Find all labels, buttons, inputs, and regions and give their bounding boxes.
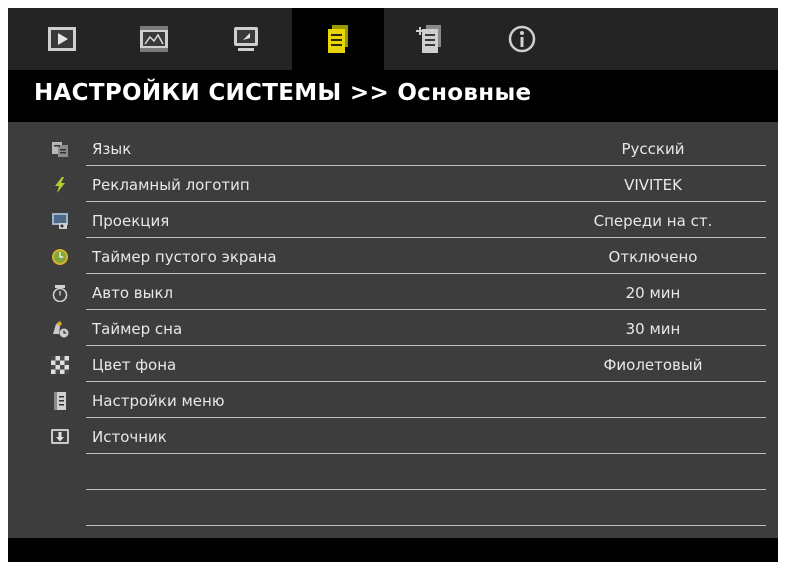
menu-item-language[interactable]: Язык Русский — [8, 130, 778, 166]
osd-menu: НАСТРОЙКИ СИСТЕМЫ >> Основные Язык Русск… — [8, 8, 778, 562]
title-bar: НАСТРОЙКИ СИСТЕМЫ >> Основные — [8, 70, 778, 122]
menu-item-label: Проекция — [92, 212, 170, 230]
tab-image[interactable] — [16, 8, 108, 70]
menu-item-label: Источник — [92, 428, 167, 446]
menu-item-projection[interactable]: Проекция Спереди на ст. — [8, 202, 778, 238]
background-color-icon — [51, 356, 69, 374]
auto-off-icon — [52, 284, 68, 302]
menu-item-value: 30 мин — [625, 320, 681, 338]
menu-item-value: Отключено — [608, 248, 698, 266]
menu-item-value: Русский — [621, 140, 685, 158]
menu-item-label: Таймер пустого экрана — [92, 248, 277, 266]
menu-settings-icon — [54, 392, 66, 410]
menu-empty-row — [8, 490, 778, 526]
menu-item-label: Рекламный логотип — [92, 176, 250, 194]
menu-item-label: Таймер сна — [92, 320, 183, 338]
tab-advanced[interactable] — [200, 8, 292, 70]
menu-item-background-color[interactable]: Цвет фона Фиолетовый — [8, 346, 778, 382]
menu-item-label: Цвет фона — [92, 356, 177, 374]
page-title: НАСТРОЙКИ СИСТЕМЫ >> Основные — [34, 80, 532, 106]
menu-item-value: Спереди на ст. — [593, 212, 713, 230]
footer-bar — [8, 538, 778, 562]
menu-item-label: Авто выкл — [92, 284, 174, 302]
tab-bar — [8, 8, 778, 70]
image-play-icon — [48, 27, 76, 51]
tab-system-advanced[interactable] — [384, 8, 476, 70]
menu-item-sleep-timer[interactable]: Таймер сна 30 мин — [8, 310, 778, 346]
menu-item-value: VIVITEK — [624, 176, 682, 194]
menu-item-source[interactable]: Источник — [8, 418, 778, 454]
menu-item-menu-settings[interactable]: Настройки меню — [8, 382, 778, 418]
tab-system-settings[interactable] — [292, 8, 384, 70]
row-divider — [86, 525, 766, 526]
menu-empty-row — [8, 454, 778, 490]
projection-icon — [52, 213, 68, 229]
menu-list: Язык Русский Рекламный логотип VIVITEK П… — [8, 122, 778, 538]
menu-item-label: Язык — [92, 140, 132, 158]
monitor-icon — [234, 27, 258, 51]
language-icon — [52, 142, 68, 157]
info-icon — [508, 25, 536, 53]
menu-item-value: 20 мин — [625, 284, 681, 302]
source-icon — [51, 429, 69, 444]
menu-item-blank-timer[interactable]: Таймер пустого экрана Отключено — [8, 238, 778, 274]
menu-item-auto-off[interactable]: Авто выкл 20 мин — [8, 274, 778, 310]
display-film-icon — [140, 26, 168, 52]
tab-display[interactable] — [108, 8, 200, 70]
logo-flash-icon — [55, 177, 65, 193]
system-settings-icon — [328, 25, 348, 53]
tab-information[interactable] — [476, 8, 568, 70]
menu-item-logo[interactable]: Рекламный логотип VIVITEK — [8, 166, 778, 202]
menu-item-value: Фиолетовый — [603, 356, 703, 374]
menu-item-label: Настройки меню — [92, 392, 225, 410]
system-advanced-icon — [416, 25, 441, 53]
blank-timer-icon — [52, 249, 68, 265]
sleep-timer-icon — [53, 321, 69, 338]
